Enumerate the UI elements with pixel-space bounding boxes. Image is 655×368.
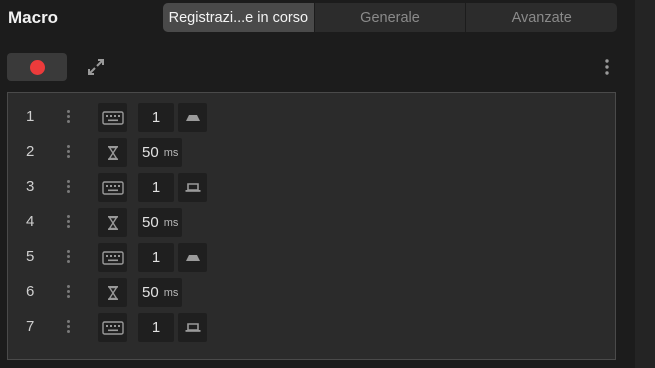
step-number: 3 [26, 178, 35, 195]
macro-step-row: 3 1 [8, 171, 615, 204]
macro-step-row: 1 1 [8, 101, 615, 134]
record-button[interactable] [7, 53, 67, 81]
tab-bar: Registrazi...e in corso Generale Avanzat… [163, 3, 617, 32]
tab-advanced[interactable]: Avanzate [465, 3, 617, 32]
step-number: 1 [26, 108, 35, 125]
step-number: 6 [26, 283, 35, 300]
delay-value[interactable]: 50 ms [138, 208, 183, 237]
key-value[interactable]: 1 [138, 173, 174, 202]
step-number: 5 [26, 248, 35, 265]
key-down-icon[interactable] [178, 103, 207, 132]
macro-step-row: 6 50 ms [8, 276, 615, 309]
key-value[interactable]: 1 [138, 243, 174, 272]
key-up-icon[interactable] [178, 313, 207, 342]
keyboard-icon[interactable] [98, 243, 127, 272]
page-title: Macro [8, 8, 59, 27]
macro-steps-list: 1 1 2 50 ms 3 1 4 50 ms 5 1 6 50 ms 7 1 [7, 92, 616, 360]
hourglass-icon[interactable] [98, 278, 127, 307]
key-value[interactable]: 1 [138, 103, 174, 132]
step-number: 4 [26, 213, 35, 230]
drag-handle-icon[interactable] [63, 108, 73, 128]
hourglass-icon[interactable] [98, 208, 127, 237]
macro-step-row: 2 50 ms [8, 136, 615, 169]
key-up-icon[interactable] [178, 173, 207, 202]
step-number: 7 [26, 318, 35, 335]
drag-handle-icon[interactable] [63, 178, 73, 198]
record-dot-icon [29, 59, 45, 75]
drag-handle-icon[interactable] [63, 143, 73, 163]
delay-value[interactable]: 50 ms [138, 278, 183, 307]
more-options-icon[interactable] [600, 57, 614, 77]
tab-general[interactable]: Generale [313, 3, 466, 32]
macro-step-row: 5 1 [8, 241, 615, 274]
macro-step-row: 7 1 [8, 311, 615, 344]
scrollbar[interactable] [635, 0, 655, 368]
drag-handle-icon[interactable] [63, 248, 73, 268]
drag-handle-icon[interactable] [63, 318, 73, 338]
delay-value[interactable]: 50 ms [138, 138, 183, 167]
macro-step-row: 4 50 ms [8, 206, 615, 239]
key-value[interactable]: 1 [138, 313, 174, 342]
keyboard-icon[interactable] [98, 103, 127, 132]
drag-handle-icon[interactable] [63, 213, 73, 233]
step-number: 2 [26, 143, 35, 160]
keyboard-icon[interactable] [98, 173, 127, 202]
key-down-icon[interactable] [178, 243, 207, 272]
hourglass-icon[interactable] [98, 138, 127, 167]
keyboard-icon[interactable] [98, 313, 127, 342]
tab-recording[interactable]: Registrazi...e in corso [163, 3, 314, 32]
drag-handle-icon[interactable] [63, 283, 73, 303]
expand-icon[interactable] [86, 57, 106, 77]
